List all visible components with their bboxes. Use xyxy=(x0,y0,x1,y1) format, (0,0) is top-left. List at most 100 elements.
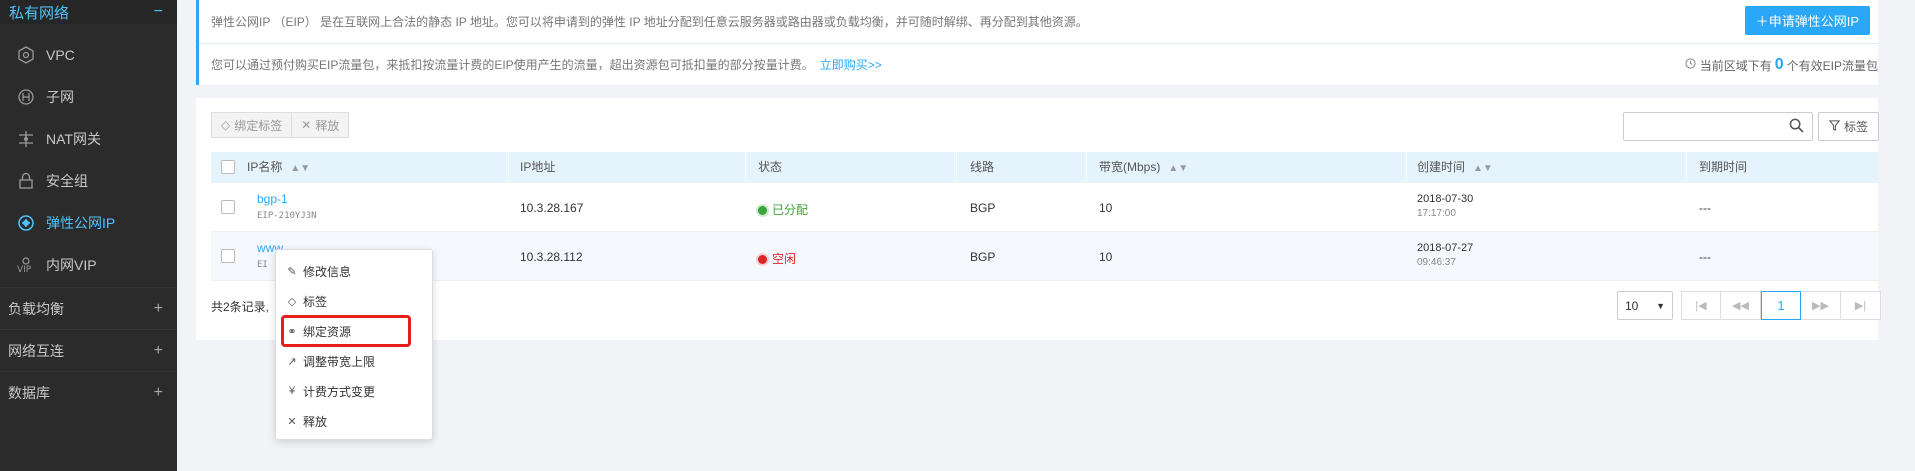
select-all-checkbox[interactable] xyxy=(221,160,235,174)
column-separator xyxy=(745,152,746,183)
column-header-expire: 到期时间 xyxy=(1699,160,1748,174)
last-page-button[interactable]: ▶| xyxy=(1841,291,1881,320)
status-badge: 空闲 xyxy=(758,250,796,267)
line-type: BGP xyxy=(970,201,996,215)
next-page-icon: ▶▶ xyxy=(1812,300,1829,312)
bandwidth: 10 xyxy=(1099,201,1113,215)
menu-item-label: 修改信息 xyxy=(303,264,352,279)
yen-icon: ¥ xyxy=(288,385,296,397)
tag-icon: ◇ xyxy=(221,118,231,132)
release-button[interactable]: ✕ 释放 xyxy=(292,112,350,138)
sidebar-group-database[interactable]: 数据库 + xyxy=(0,371,177,413)
sidebar-item-vip[interactable]: VIP 内网VIP xyxy=(0,244,177,286)
bind-tag-label: 绑定标签 xyxy=(234,118,283,133)
menu-item-bind-resource[interactable]: ⚭ 绑定资源 xyxy=(281,315,425,347)
divider xyxy=(199,43,1878,44)
created-time: 17:17:00 xyxy=(1417,208,1456,219)
sidebar-item-subnet[interactable]: 子网 xyxy=(0,76,177,118)
sort-icon[interactable]: ▲▼ xyxy=(290,163,310,174)
page-size-select[interactable]: 10 ▼ xyxy=(1617,291,1673,320)
sidebar-group-label: 网络互连 xyxy=(8,342,64,359)
sidebar-item-nat-gateway[interactable]: NAT网关 xyxy=(0,118,177,160)
first-page-button[interactable]: |◀ xyxy=(1681,291,1721,320)
table-row: bgp-1 EIP-210YJ3N 10.3.28.167 已分配 BGP 10… xyxy=(211,183,1879,232)
caret-down-icon: ▼ xyxy=(1656,300,1665,311)
row-checkbox[interactable] xyxy=(221,200,235,214)
column-separator xyxy=(956,152,957,183)
column-separator xyxy=(1686,152,1687,183)
prev-page-icon: ◀◀ xyxy=(1732,300,1749,312)
expand-icon[interactable]: + xyxy=(154,342,163,360)
vpc-icon xyxy=(16,45,36,65)
sidebar-item-vpc[interactable]: VPC xyxy=(0,34,177,76)
eip-name-link[interactable]: bgp-1 xyxy=(257,192,288,206)
menu-item-release[interactable]: ✕ 释放 xyxy=(285,408,425,434)
status-dot-icon xyxy=(758,255,767,264)
bind-tag-button[interactable]: ◇ 绑定标签 xyxy=(211,112,293,138)
clock-icon xyxy=(1685,58,1696,72)
menu-item-adjust-bandwidth[interactable]: ↗ 调整带宽上限 xyxy=(285,348,425,374)
sidebar-section-private-network[interactable]: 私有网络 − xyxy=(0,0,177,24)
collapse-icon[interactable]: − xyxy=(154,3,163,21)
apply-eip-button[interactable]: ＋申请弹性公网IP xyxy=(1744,6,1870,35)
pagination: |◀ ◀◀ 1 ▶▶ ▶| xyxy=(1681,291,1881,320)
created-date: 2018-07-30 xyxy=(1417,193,1474,205)
sidebar-item-label: 安全组 xyxy=(46,173,88,189)
subnet-icon xyxy=(16,87,36,107)
sidebar-group-label: 数据库 xyxy=(8,384,50,401)
traffic-package-note: 您可以通过预付购买EIP流量包，来抵扣按流量计费的EIP使用产生的流量，超出资源… xyxy=(211,56,882,73)
tag-filter-button[interactable]: 标签 xyxy=(1818,112,1879,141)
sidebar-item-security-group[interactable]: 安全组 xyxy=(0,160,177,202)
created-time: 09:46:37 xyxy=(1417,257,1456,268)
page-size-value: 10 xyxy=(1625,298,1639,313)
status-badge: 已分配 xyxy=(758,201,808,218)
highlight-box xyxy=(281,315,411,347)
tag-filter-label: 标签 xyxy=(1843,120,1868,134)
sidebar-item-label: 内网VIP xyxy=(46,257,97,273)
line-type: BGP xyxy=(970,250,996,264)
lock-icon xyxy=(16,171,36,191)
vip-icon: VIP xyxy=(16,255,36,275)
eip-id: EI xyxy=(257,260,268,270)
expire-time: --- xyxy=(1699,250,1711,264)
column-header-created[interactable]: 创建时间 ▲▼ xyxy=(1417,152,1493,183)
page-number-button[interactable]: 1 xyxy=(1761,291,1801,320)
bandwidth: 10 xyxy=(1099,250,1113,264)
search-icon[interactable] xyxy=(1789,118,1804,136)
expand-icon[interactable]: + xyxy=(154,384,163,402)
buy-now-link[interactable]: 立即购买>> xyxy=(820,58,882,72)
eip-icon xyxy=(16,213,36,233)
menu-item-tag[interactable]: ◇ 标签 xyxy=(285,288,425,314)
search-input[interactable] xyxy=(1623,112,1813,141)
next-page-button[interactable]: ▶▶ xyxy=(1801,291,1841,320)
eip-id: EIP-210YJ3N xyxy=(257,211,317,221)
ip-address: 10.3.28.112 xyxy=(520,250,583,264)
row-context-menu: ✎ 修改信息 ◇ 标签 ⚭ 绑定资源 ↗ 调整带宽上限 ¥ 计费方式变更 ✕ 释… xyxy=(275,249,433,440)
eip-list-card: ◇ 绑定标签 ✕ 释放 标签 IP名称 ▲▼ IP地址 状态 线路 带宽(Mbps… xyxy=(196,98,1881,340)
sidebar-group-load-balancing[interactable]: 负载均衡 + xyxy=(0,287,177,329)
quota-count: 0 xyxy=(1774,56,1784,73)
menu-item-label: 调整带宽上限 xyxy=(303,354,376,369)
column-separator xyxy=(1086,152,1087,183)
menu-item-change-billing[interactable]: ¥ 计费方式变更 xyxy=(285,378,425,404)
ip-address: 10.3.28.167 xyxy=(520,201,584,215)
column-header-bandwidth[interactable]: 带宽(Mbps) ▲▼ xyxy=(1099,152,1188,183)
sidebar-group-network-interconnect[interactable]: 网络互连 + xyxy=(0,329,177,371)
info-panel: 弹性公网IP （EIP） 是在互联网上合法的静态 IP 地址。您可以将申请到的弹… xyxy=(196,0,1878,85)
sort-icon[interactable]: ▲▼ xyxy=(1473,163,1493,174)
total-records: 共2条记录, xyxy=(211,300,270,314)
sidebar-item-eip[interactable]: 弹性公网IP xyxy=(0,202,177,244)
menu-item-edit-info[interactable]: ✎ 修改信息 xyxy=(285,258,425,284)
sort-icon[interactable]: ▲▼ xyxy=(1168,163,1188,174)
column-header-status: 状态 xyxy=(758,160,783,174)
edit-icon: ✎ xyxy=(287,265,297,278)
row-checkbox[interactable] xyxy=(221,249,235,263)
close-icon: ✕ xyxy=(301,118,312,132)
nat-gateway-icon xyxy=(16,129,36,149)
column-header-ip: IP地址 xyxy=(520,160,556,174)
expand-icon[interactable]: + xyxy=(154,300,163,318)
filter-icon xyxy=(1828,119,1841,134)
sidebar-item-label: 子网 xyxy=(46,89,74,105)
prev-page-button[interactable]: ◀◀ xyxy=(1721,291,1761,320)
column-header-name[interactable]: IP名称 ▲▼ xyxy=(247,152,310,183)
